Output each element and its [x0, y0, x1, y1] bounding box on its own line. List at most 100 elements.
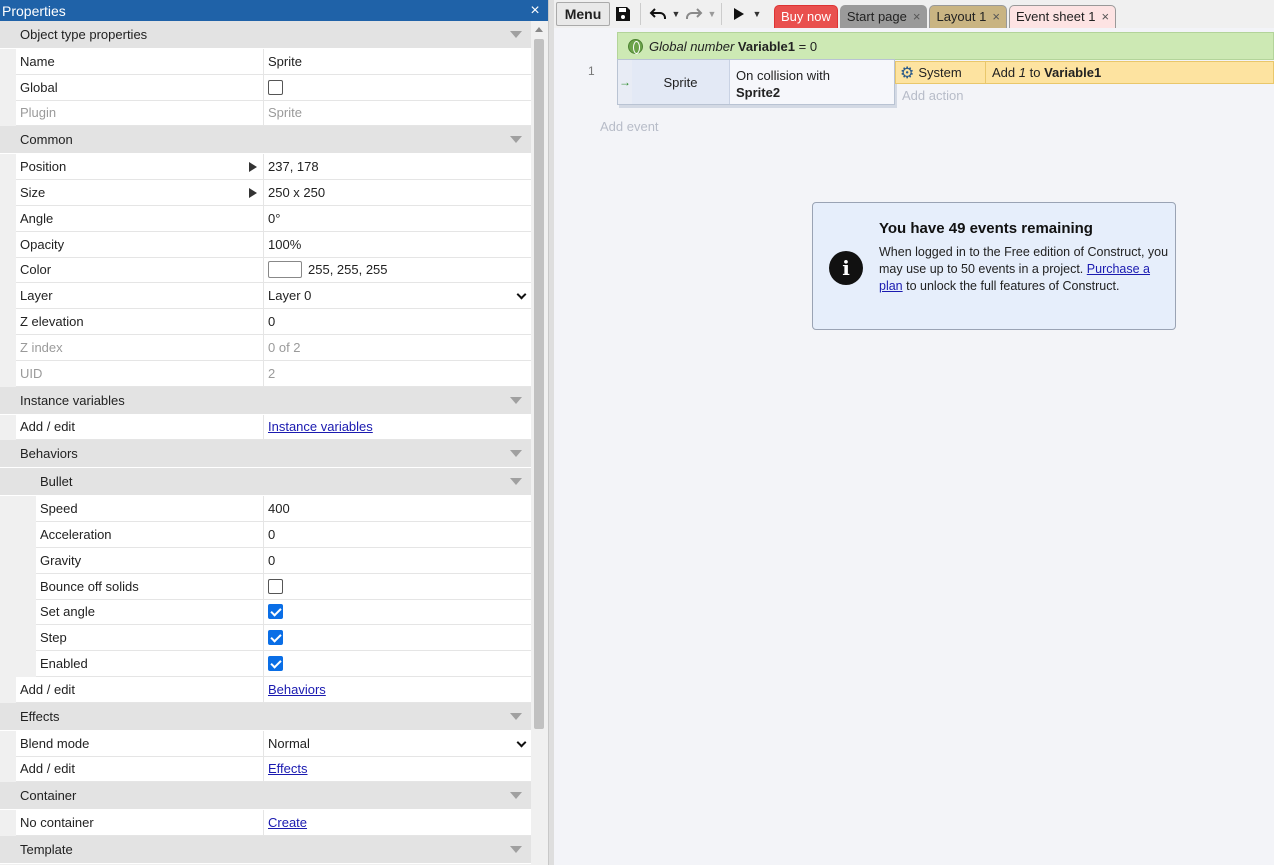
collapse-icon[interactable] [510, 712, 522, 720]
properties-list: Object type properties Name Sprite Globa… [0, 21, 531, 865]
layer-select[interactable]: Layer 0 [264, 283, 531, 308]
notice-body: When logged in to the Free edition of Co… [879, 245, 1169, 293]
action-object[interactable]: ⚙ System [896, 62, 986, 83]
section-common[interactable]: Common [0, 126, 531, 155]
color-swatch[interactable] [268, 261, 302, 279]
close-icon[interactable]: × [992, 9, 1000, 24]
scroll-up-icon[interactable] [535, 27, 543, 32]
set-angle-checkbox[interactable] [268, 604, 283, 620]
notice-title: You have 49 events remaining [879, 220, 1093, 237]
global-checkbox[interactable] [268, 79, 283, 95]
info-icon: i [829, 251, 863, 285]
collapse-icon[interactable] [510, 136, 522, 144]
condition-text[interactable]: On collision with Sprite2 [730, 60, 894, 104]
collapse-icon[interactable] [510, 31, 522, 38]
play-dropdown-icon[interactable]: ▼ [752, 2, 762, 26]
arrow-right-icon: → [618, 60, 632, 104]
bounce-checkbox[interactable] [268, 578, 283, 594]
step-checkbox[interactable] [268, 630, 283, 646]
close-icon[interactable]: × [913, 9, 921, 24]
effects-link[interactable]: Effects [268, 761, 308, 776]
behaviors-link[interactable]: Behaviors [268, 682, 326, 697]
enabled-checkbox[interactable] [268, 656, 283, 672]
save-icon[interactable] [610, 2, 636, 26]
collapse-icon[interactable] [510, 478, 522, 486]
blend-mode-select[interactable]: Normal [264, 731, 531, 756]
globe-icon [628, 38, 643, 54]
redo-dropdown-icon[interactable]: ▼ [707, 2, 717, 26]
play-icon[interactable] [726, 2, 752, 26]
create-container-link[interactable]: Create [268, 815, 307, 830]
close-icon[interactable]: × [1101, 9, 1109, 24]
prop-row-bounce: Bounce off solids [36, 573, 531, 600]
undo-dropdown-icon[interactable]: ▼ [671, 2, 681, 26]
chevron-down-icon [516, 737, 527, 748]
prop-row-uid: UID 2 [16, 360, 531, 387]
add-event-link[interactable]: Add event [600, 119, 659, 134]
instance-variables-link[interactable]: Instance variables [268, 419, 373, 434]
tab-start-page[interactable]: Start page × [839, 4, 928, 28]
angle-field[interactable]: 0° [264, 206, 531, 231]
prop-row-blend-mode: Blend mode Normal [16, 730, 531, 757]
section-template[interactable]: Template [0, 836, 531, 865]
section-effects[interactable]: Effects [0, 702, 531, 731]
expand-arrow-icon[interactable] [249, 162, 257, 173]
tab-event-sheet-1[interactable]: Event sheet 1 × [1008, 4, 1117, 28]
scrollbar-thumb[interactable] [534, 39, 544, 729]
prop-row-z-elevation: Z elevation 0 [16, 309, 531, 335]
speed-field[interactable]: 400 [264, 496, 531, 521]
section-bullet[interactable]: Bullet [0, 468, 531, 497]
section-object-type[interactable]: Object type properties [0, 21, 531, 49]
close-icon[interactable]: × [522, 0, 548, 21]
prop-row-color: Color 255, 255, 255 [16, 257, 531, 284]
undo-icon[interactable] [645, 2, 671, 26]
prop-row-no-container: No container Create [16, 810, 531, 837]
action-row[interactable]: ⚙ System Add 1 to Variable1 [895, 61, 1274, 84]
global-variable-row[interactable]: Global number Variable1 = 0 [617, 32, 1274, 60]
collapse-icon[interactable] [510, 396, 522, 404]
collapse-icon[interactable] [510, 846, 522, 854]
color-value[interactable]: 255, 255, 255 [308, 262, 388, 277]
tab-layout-1[interactable]: Layout 1 × [929, 4, 1007, 28]
section-instance-variables[interactable]: Instance variables [0, 386, 531, 415]
redo-icon[interactable] [681, 2, 707, 26]
action-text[interactable]: Add 1 to Variable1 [986, 65, 1101, 80]
z-elevation-field[interactable]: 0 [264, 309, 531, 334]
menu-button[interactable]: Menu [556, 2, 610, 26]
event-number: 1 [588, 64, 595, 78]
prop-row-effects-add-edit: Add / edit Effects [16, 756, 531, 783]
size-field[interactable]: 250 x 250 [264, 180, 531, 205]
prop-row-size: Size 250 x 250 [16, 180, 531, 206]
properties-panel: Properties × Object type properties Name… [0, 0, 548, 865]
collapse-icon[interactable] [510, 792, 522, 800]
prop-row-speed: Speed 400 [36, 496, 531, 523]
prop-row-layer: Layer Layer 0 [16, 283, 531, 310]
section-container[interactable]: Container [0, 782, 531, 811]
event-sheet-editor[interactable]: Global number Variable1 = 0 1 → Sprite O… [554, 28, 1274, 865]
event-block[interactable]: → Sprite On collision with Sprite2 [617, 59, 895, 105]
properties-scrollbar[interactable] [531, 21, 548, 865]
opacity-field[interactable]: 100% [264, 232, 531, 257]
toolbar-divider [640, 3, 641, 25]
position-field[interactable]: 237, 178 [264, 154, 531, 179]
acceleration-field[interactable]: 0 [264, 522, 531, 547]
tab-buy-now[interactable]: Buy now [774, 4, 838, 28]
prop-row-acceleration: Acceleration 0 [36, 522, 531, 548]
events-remaining-notice: i You have 49 events remaining When logg… [812, 202, 1176, 330]
prop-row-plugin: Plugin Sprite [16, 100, 531, 127]
add-action-link[interactable]: Add action [902, 88, 963, 103]
condition-object[interactable]: Sprite [632, 60, 730, 104]
prop-row-set-angle: Set angle [36, 599, 531, 626]
gear-icon: ⚙ [900, 64, 915, 82]
properties-titlebar: Properties × [0, 0, 548, 21]
expand-arrow-icon[interactable] [249, 188, 257, 199]
section-behaviors[interactable]: Behaviors [0, 440, 531, 469]
name-field[interactable]: Sprite [264, 49, 531, 74]
prop-row-angle: Angle 0° [16, 205, 531, 232]
gravity-field[interactable]: 0 [264, 548, 531, 573]
prop-row-position: Position 237, 178 [16, 154, 531, 181]
collapse-icon[interactable] [510, 450, 522, 458]
prop-row-z-index: Z index 0 of 2 [16, 334, 531, 361]
prop-row-enabled: Enabled [36, 651, 531, 677]
prop-row-step: Step [36, 625, 531, 652]
